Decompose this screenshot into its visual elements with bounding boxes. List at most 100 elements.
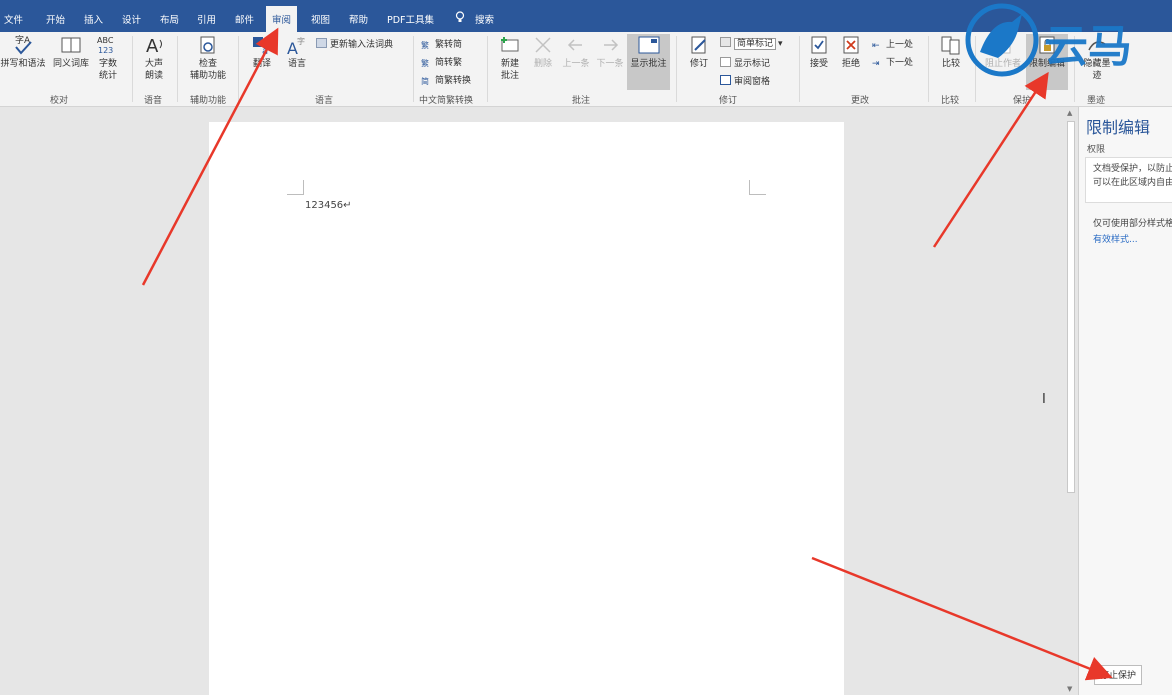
spelling-check-icon: 字A xyxy=(15,34,32,55)
lightbulb-icon xyxy=(455,11,465,26)
simp-to-trad-button[interactable]: 繁简转繁 xyxy=(421,55,462,68)
next-comment-button[interactable]: 下一条 xyxy=(594,34,626,70)
previous-change-button[interactable]: ⇤ 上一处 xyxy=(872,37,913,51)
group-label-protect: 保护 xyxy=(1013,96,1032,106)
spelling-label: 拼写和语法 xyxy=(0,59,46,69)
group-separator xyxy=(676,36,677,102)
previous-change-label: 上一处 xyxy=(886,40,914,50)
accessibility-label-1: 检查 xyxy=(198,59,217,69)
new-comment-icon xyxy=(501,37,519,52)
next-change-label: 下一处 xyxy=(886,58,914,68)
spelling-grammar-button[interactable]: 字A 拼写和语法 xyxy=(0,34,46,70)
tab-design[interactable]: 设计 xyxy=(122,12,141,26)
accept-button[interactable]: 接受 xyxy=(806,34,832,70)
group-separator xyxy=(413,36,414,102)
update-ime-dictionary-button[interactable]: 更新输入法词典 xyxy=(316,37,393,50)
svg-text:ABC: ABC xyxy=(97,36,114,45)
review-pane-button[interactable]: 审阅窗格 xyxy=(720,74,770,87)
group-label-tracking: 修订 xyxy=(719,96,738,106)
markup-select-value: 简单标记 xyxy=(734,38,777,50)
next-change-button[interactable]: ⇥ 下一处 xyxy=(872,55,913,69)
track-changes-label: 修订 xyxy=(689,59,708,69)
group-separator xyxy=(177,36,178,102)
stop-protection-button[interactable]: 停止保护 xyxy=(1094,665,1142,685)
book-icon xyxy=(61,37,81,53)
reject-label: 拒绝 xyxy=(841,59,860,69)
word-count-label-1: 字数 xyxy=(98,59,117,69)
vertical-scrollbar[interactable]: ▲ ▼ xyxy=(1064,107,1078,695)
thesaurus-button[interactable]: 同义词库 xyxy=(51,34,91,70)
previous-comment-label: 上一条 xyxy=(562,59,590,69)
document-text[interactable]: 123456↵ xyxy=(305,200,352,211)
trad-to-simp-button[interactable]: 繁繁转简 xyxy=(421,37,462,50)
track-changes-icon xyxy=(691,36,706,54)
group-label-comments: 批注 xyxy=(572,96,591,106)
group-label-compare: 比较 xyxy=(941,96,960,106)
track-changes-button[interactable]: 修订 xyxy=(685,34,713,70)
accept-icon xyxy=(811,36,827,54)
show-markup-label: 显示标记 xyxy=(734,59,771,69)
simp-to-trad-icon: 繁 xyxy=(421,59,429,68)
tab-layout[interactable]: 布局 xyxy=(160,12,179,26)
previous-comment-button[interactable]: 上一条 xyxy=(560,34,592,70)
restrict-editing-pane: 限制编辑 权限 文档受保护，以防止 可以在此区域内自由 仅可使用部分样式格 有效… xyxy=(1078,107,1172,695)
group-separator xyxy=(799,36,800,102)
reject-icon xyxy=(843,36,859,54)
compare-icon xyxy=(941,36,960,55)
tab-insert[interactable]: 插入 xyxy=(84,12,103,26)
tab-pdf-tools[interactable]: PDF工具集 xyxy=(387,12,434,26)
tab-search[interactable]: 搜索 xyxy=(475,12,494,26)
style-info-line: 仅可使用部分样式格 xyxy=(1093,219,1172,229)
watermark-text: 云马 xyxy=(1044,21,1132,72)
tab-file[interactable]: 文件 xyxy=(4,12,23,26)
svg-text:A: A xyxy=(146,36,159,56)
tab-references[interactable]: 引用 xyxy=(197,12,216,26)
svg-text:a: a xyxy=(262,46,268,56)
markup-display-select[interactable]: 简单标记 ▾ xyxy=(720,36,783,50)
tab-review[interactable]: 审阅 xyxy=(266,6,298,32)
new-comment-button[interactable]: 新建 批注 xyxy=(495,34,525,82)
pane-section-label: 权限 xyxy=(1087,145,1106,155)
delete-comment-button[interactable]: 删除 xyxy=(530,34,556,70)
compare-label: 比较 xyxy=(941,59,960,69)
scrollbar-thumb[interactable] xyxy=(1067,121,1075,493)
language-label: 语言 xyxy=(287,59,306,69)
language-button[interactable]: A字 语言 xyxy=(283,34,311,70)
check-accessibility-button[interactable]: 检查 辅助功能 xyxy=(184,34,232,82)
chevron-down-icon: ▾ xyxy=(778,39,783,49)
tab-help[interactable]: 帮助 xyxy=(349,12,368,26)
delete-label: 删除 xyxy=(533,59,552,69)
tab-view[interactable]: 视图 xyxy=(311,12,330,26)
tab-mailings[interactable]: 邮件 xyxy=(235,12,254,26)
arrow-left-icon xyxy=(567,39,582,51)
read-aloud-label-1: 大声 xyxy=(144,59,163,69)
read-aloud-icon: A xyxy=(146,36,162,56)
show-comments-button[interactable]: 显示批注 xyxy=(627,34,670,90)
show-comments-label: 显示批注 xyxy=(630,59,667,69)
language-icon: A字 xyxy=(287,36,305,56)
group-separator xyxy=(132,36,133,102)
scroll-up-icon[interactable]: ▲ xyxy=(1067,109,1072,117)
text-cursor-icon: I xyxy=(1042,392,1046,407)
available-styles-link[interactable]: 有效样式... xyxy=(1093,232,1138,245)
tab-home[interactable]: 开始 xyxy=(46,12,65,26)
show-markup-button[interactable]: 显示标记 xyxy=(720,56,770,69)
scroll-down-icon[interactable]: ▼ xyxy=(1067,685,1072,693)
translate-button[interactable]: a 翻译 xyxy=(248,34,276,70)
word-count-button[interactable]: ABC 123 字数 统计 xyxy=(95,34,121,82)
margin-corner-mark xyxy=(749,180,766,195)
group-separator xyxy=(238,36,239,102)
next-comment-label: 下一条 xyxy=(596,59,624,69)
show-markup-icon xyxy=(720,57,731,67)
word-count-icon: ABC123 xyxy=(97,36,114,55)
reject-button[interactable]: 拒绝 xyxy=(838,34,864,70)
markup-icon xyxy=(720,37,731,47)
group-label-ink: 墨迹 xyxy=(1087,96,1106,106)
margin-corner-mark xyxy=(287,180,304,195)
review-pane-icon xyxy=(720,75,731,85)
chinese-conversion-label: 简繁转换 xyxy=(435,76,472,86)
read-aloud-button[interactable]: A 大声 朗读 xyxy=(140,34,168,82)
thesaurus-label: 同义词库 xyxy=(52,59,89,69)
chinese-conversion-button[interactable]: 简简繁转换 xyxy=(421,73,471,86)
protection-info-line-2: 可以在此区域内自由 xyxy=(1093,178,1172,188)
